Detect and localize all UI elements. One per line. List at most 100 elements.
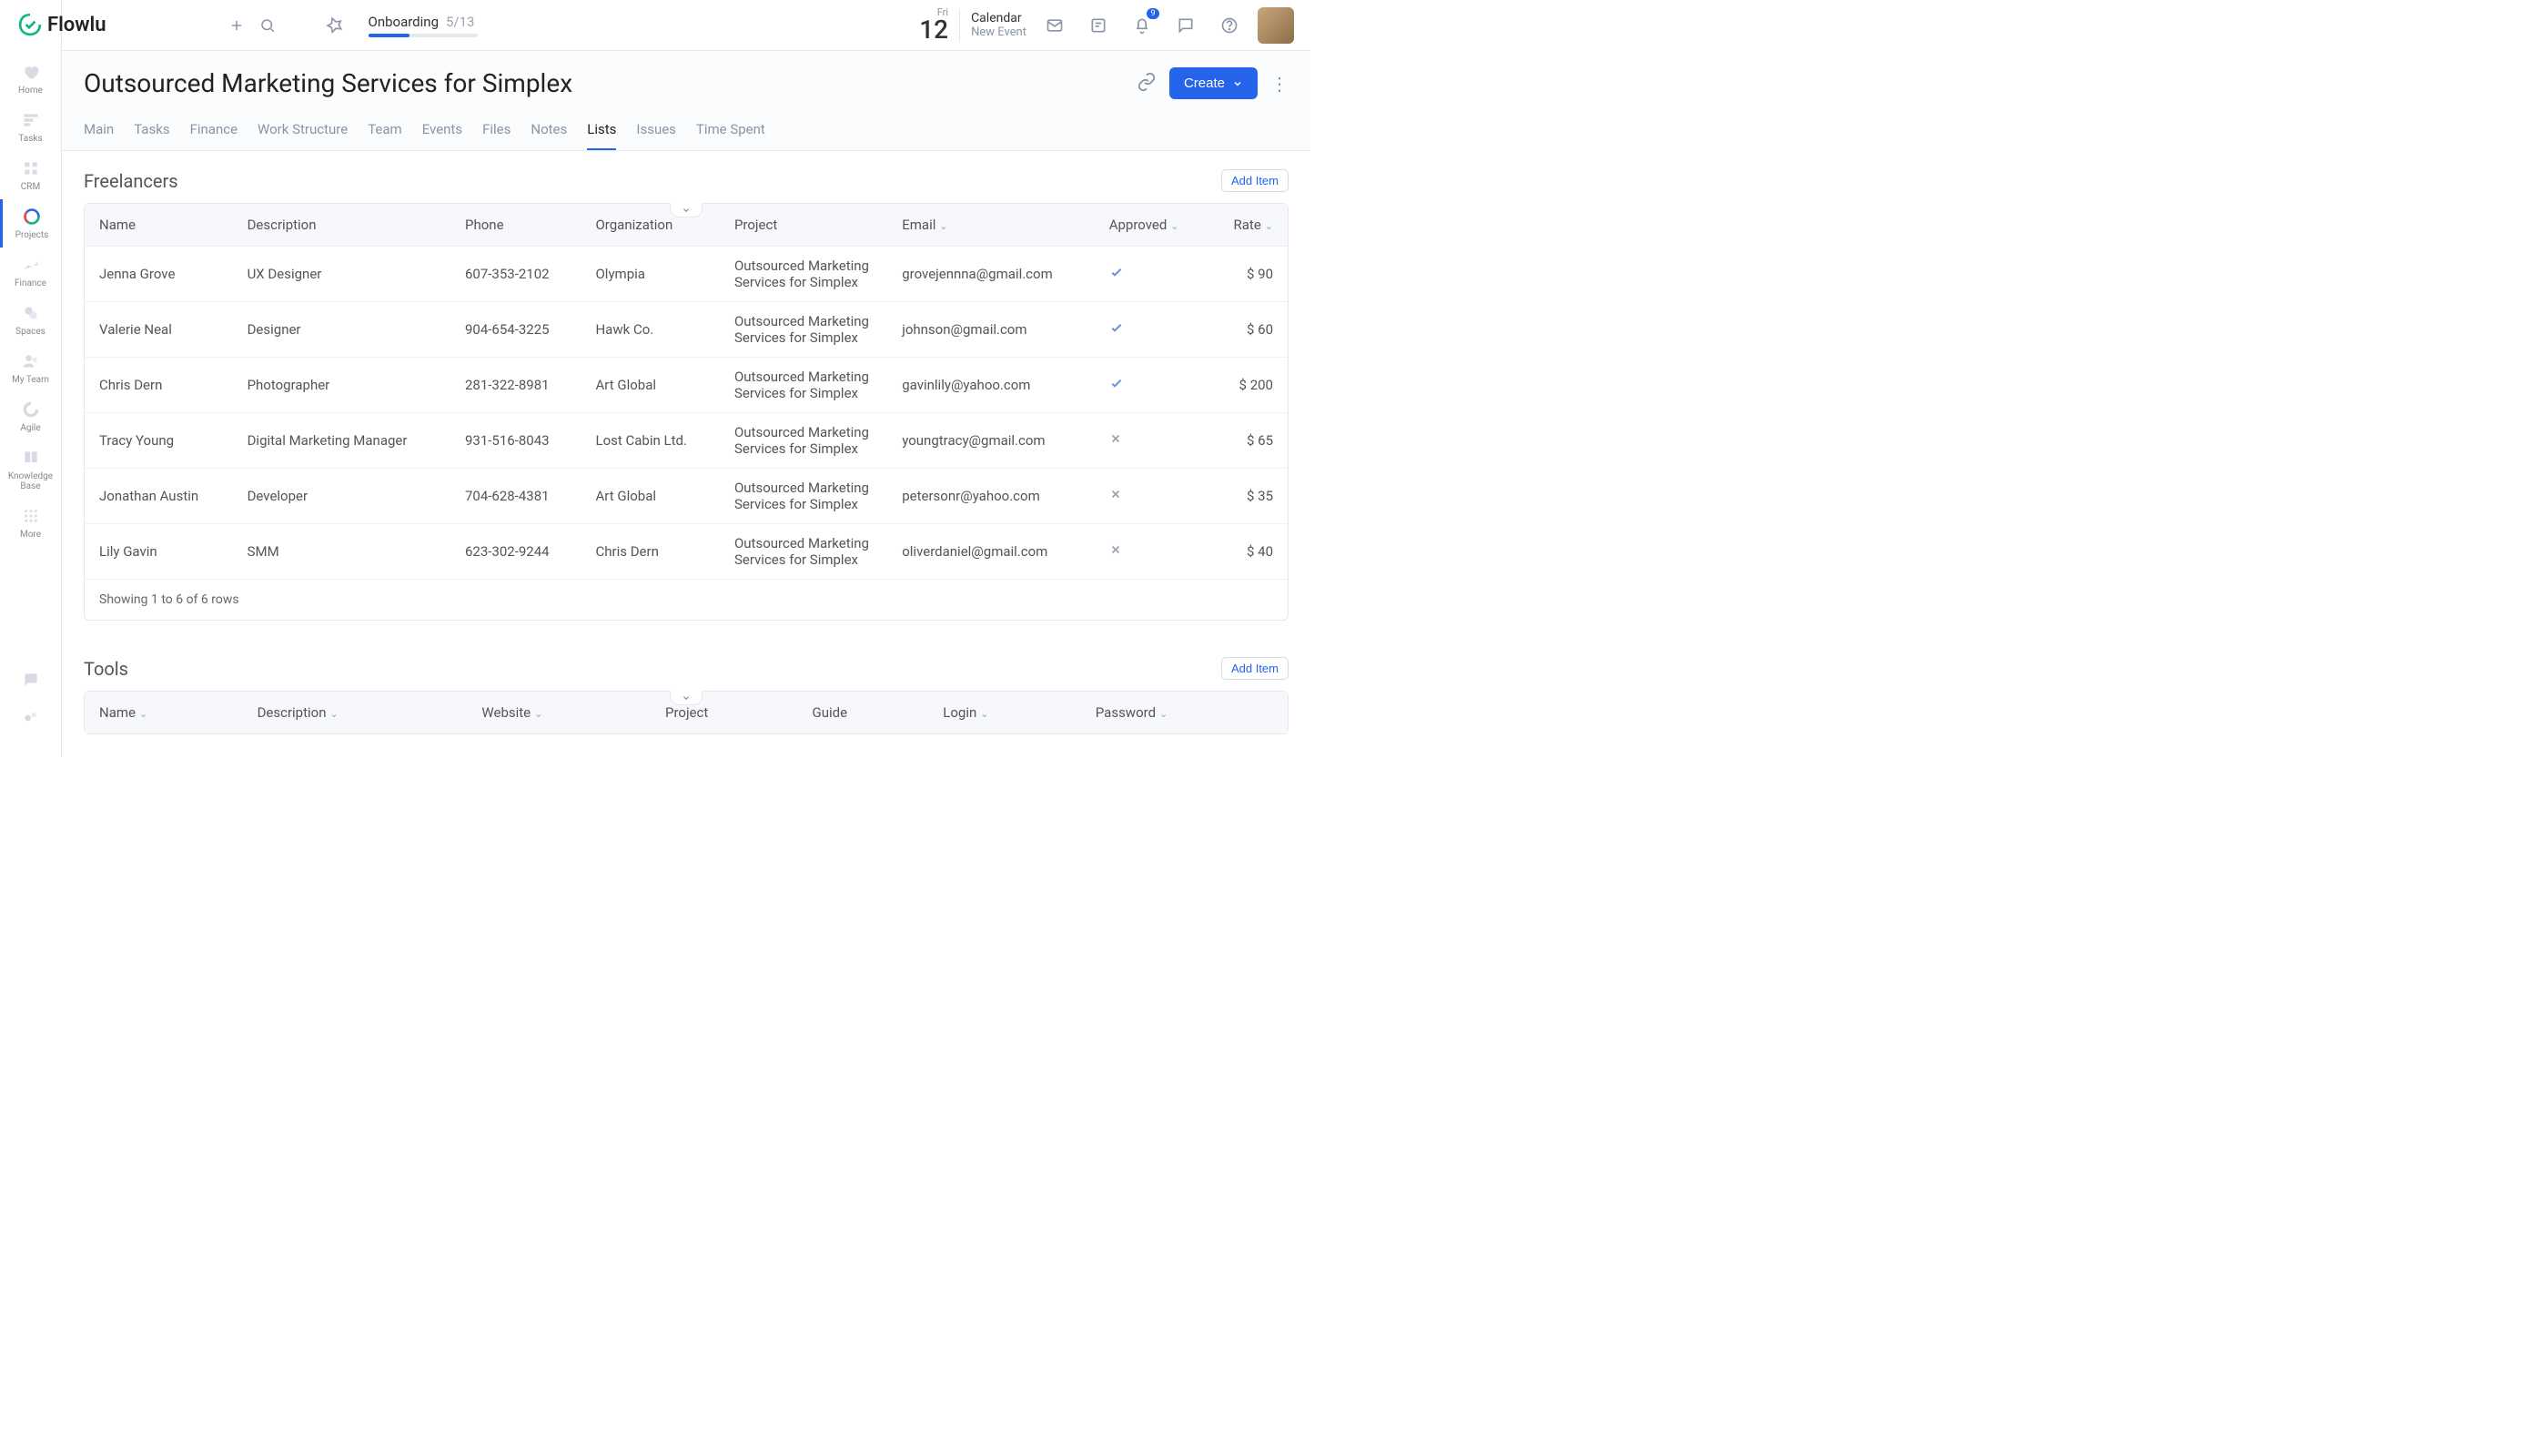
cell-desc: UX Designer: [233, 247, 450, 302]
column-header[interactable]: Password⌄: [1081, 692, 1288, 733]
finance-icon: [21, 255, 41, 275]
expand-table-toggle[interactable]: [670, 203, 703, 217]
sidebar-item-label: Tasks: [18, 134, 42, 144]
grid-icon: [21, 506, 41, 526]
cell-rate: $ 200: [1208, 358, 1288, 413]
cross-icon: [1109, 432, 1122, 449]
tab-issues[interactable]: Issues: [636, 114, 676, 150]
sidebar-item-finance[interactable]: Finance: [0, 248, 61, 296]
cell-rate: $ 65: [1208, 413, 1288, 469]
sidebar-item-home[interactable]: Home: [0, 55, 61, 103]
table-wrap: Name⌄Description⌄Website⌄ProjectGuideLog…: [84, 691, 1289, 734]
sort-caret-icon: ⌄: [330, 708, 339, 720]
column-header[interactable]: Website⌄: [467, 692, 651, 733]
cell-desc: Photographer: [233, 358, 450, 413]
onboarding-count: 5/13: [446, 14, 474, 30]
sidebar-item-kb[interactable]: Knowledge Base: [0, 440, 61, 499]
tab-files[interactable]: Files: [482, 114, 511, 150]
sort-caret-icon: ⌄: [1159, 708, 1168, 720]
new-event-link[interactable]: New Event: [971, 25, 1026, 39]
add-item-button[interactable]: Add Item: [1221, 169, 1289, 192]
tab-lists[interactable]: Lists: [587, 114, 616, 150]
expand-table-toggle[interactable]: [670, 691, 703, 705]
onboarding-widget[interactable]: Onboarding 5/13: [369, 14, 478, 37]
sidebar-item-spaces[interactable]: Spaces: [0, 296, 61, 344]
check-icon: [1109, 322, 1124, 339]
table-row[interactable]: Valerie NealDesigner904-654-3225Hawk Co.…: [85, 302, 1288, 358]
add-item-button[interactable]: Add Item: [1221, 657, 1289, 680]
cell-name: Jonathan Austin: [85, 469, 233, 524]
table-row[interactable]: Chris DernPhotographer281-322-8981Art Gl…: [85, 358, 1288, 413]
date-widget[interactable]: Fri 12 Calendar New Event: [919, 7, 1026, 43]
link-icon[interactable]: [1137, 72, 1157, 96]
notification-badge: 9: [1147, 8, 1159, 19]
more-menu-icon[interactable]: ⋮: [1270, 73, 1289, 95]
column-header[interactable]: Name⌄: [85, 692, 243, 733]
column-header: Project: [720, 204, 887, 247]
tasks-icon: [21, 110, 41, 130]
note-icon[interactable]: [1083, 10, 1114, 41]
tab-tasks[interactable]: Tasks: [134, 114, 169, 150]
tab-main[interactable]: Main: [84, 114, 114, 150]
tab-work-structure[interactable]: Work Structure: [258, 114, 348, 150]
column-header[interactable]: Description⌄: [243, 692, 468, 733]
cell-org: Hawk Co.: [581, 302, 719, 358]
sidebar-item-tasks[interactable]: Tasks: [0, 103, 61, 151]
cell-rate: $ 40: [1208, 524, 1288, 580]
cell-approved: [1095, 247, 1208, 302]
tab-time-spent[interactable]: Time Spent: [696, 114, 765, 150]
list-section-tools: ToolsAdd ItemName⌄Description⌄Website⌄Pr…: [84, 657, 1289, 734]
sidebar-item-crm[interactable]: CRM: [0, 151, 61, 199]
table-row[interactable]: Jenna GroveUX Designer607-353-2102Olympi…: [85, 247, 1288, 302]
cell-desc: Digital Marketing Manager: [233, 413, 450, 469]
pin-icon[interactable]: [319, 10, 350, 41]
cell-org: Art Global: [581, 469, 719, 524]
sort-caret-icon: ⌄: [939, 220, 947, 232]
chevron-down-icon: [1232, 78, 1243, 89]
tab-finance[interactable]: Finance: [190, 114, 238, 150]
cell-approved: [1095, 302, 1208, 358]
cell-phone: 904-654-3225: [450, 302, 581, 358]
book-icon: [21, 448, 41, 468]
column-header[interactable]: Email⌄: [887, 204, 1094, 247]
create-button[interactable]: Create: [1169, 67, 1258, 99]
table-footer: Showing 1 to 6 of 6 rows: [85, 579, 1288, 620]
column-header[interactable]: Login⌄: [928, 692, 1081, 733]
sidebar-item-agile[interactable]: Agile: [0, 392, 61, 440]
cell-email: oliverdaniel@gmail.com: [887, 524, 1094, 580]
mail-icon[interactable]: [1039, 10, 1070, 41]
table-row[interactable]: Jonathan AustinDeveloper704-628-4381Art …: [85, 469, 1288, 524]
help-icon[interactable]: [1214, 10, 1245, 41]
sidebar-bottom-icon-1[interactable]: [0, 662, 61, 701]
sort-caret-icon: ⌄: [1265, 220, 1273, 232]
sidebar-item-projects[interactable]: Projects: [0, 199, 61, 248]
sidebar-item-myteam[interactable]: My Team: [0, 344, 61, 392]
cell-name: Lily Gavin: [85, 524, 233, 580]
sidebar-item-label: Home: [18, 86, 43, 96]
search-button[interactable]: [252, 10, 283, 41]
tab-notes[interactable]: Notes: [531, 114, 567, 150]
plus-button[interactable]: [221, 10, 252, 41]
cell-approved: [1095, 358, 1208, 413]
table-row[interactable]: Lily GavinSMM623-302-9244Chris DernOutso…: [85, 524, 1288, 580]
sidebar-bottom-icon-2[interactable]: [0, 701, 61, 739]
cell-email: johnson@gmail.com: [887, 302, 1094, 358]
tab-team[interactable]: Team: [368, 114, 402, 150]
avatar[interactable]: [1258, 7, 1294, 44]
chat-icon[interactable]: [1170, 10, 1201, 41]
cell-project: Outsourced Marketing Services for Simple…: [720, 247, 887, 302]
cell-org: Art Global: [581, 358, 719, 413]
column-header[interactable]: Approved⌄: [1095, 204, 1208, 247]
table-wrap: NameDescriptionPhoneOrganizationProjectE…: [84, 203, 1289, 621]
cell-rate: $ 60: [1208, 302, 1288, 358]
table-row[interactable]: Tracy YoungDigital Marketing Manager931-…: [85, 413, 1288, 469]
date-day-num: 12: [919, 17, 948, 43]
cross-icon: [1109, 543, 1122, 560]
onboarding-title: Onboarding: [369, 14, 440, 30]
sidebar-item-more[interactable]: More: [0, 499, 61, 547]
cell-name: Chris Dern: [85, 358, 233, 413]
notifications-icon[interactable]: 9: [1127, 10, 1158, 41]
column-header[interactable]: Rate⌄: [1208, 204, 1288, 247]
tab-events[interactable]: Events: [422, 114, 462, 150]
sort-caret-icon: ⌄: [139, 708, 147, 720]
